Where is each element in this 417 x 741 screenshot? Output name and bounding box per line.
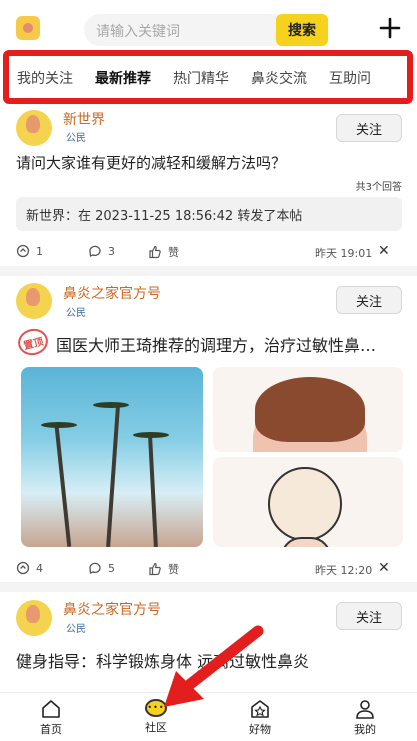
tab-bar-highlight: 我的关注 最新推荐 热门精华 鼻炎交流 互助问 bbox=[3, 50, 413, 104]
cartoon-illustration[interactable] bbox=[213, 457, 403, 547]
comment-action[interactable]: 3 bbox=[88, 244, 115, 258]
tab-help[interactable]: 互助问 bbox=[329, 68, 371, 88]
community-icon: ••• bbox=[145, 699, 167, 717]
like-action[interactable]: 赞 bbox=[148, 244, 179, 260]
nav-shop-label: 好物 bbox=[249, 723, 271, 736]
avatar[interactable] bbox=[16, 110, 52, 146]
app-logo[interactable] bbox=[16, 16, 40, 40]
nav-community[interactable]: ••• 社区 bbox=[126, 699, 186, 735]
search-input[interactable]: 请输入关键词 bbox=[96, 21, 180, 41]
post-title[interactable]: 请问大家谁有更好的减轻和缓解方法吗？ bbox=[16, 152, 286, 173]
divider bbox=[0, 582, 417, 592]
share-action[interactable]: 1 bbox=[16, 244, 43, 258]
divider bbox=[0, 266, 417, 276]
thumb-up-icon bbox=[149, 245, 161, 259]
post-card[interactable]: 鼻炎之家官方号 公民 关注 置顶 国医大师王琦推荐的调理方，治疗过敏性鼻… 4 … bbox=[0, 282, 417, 582]
nav-profile-label: 我的 bbox=[354, 723, 376, 736]
bottom-nav: 首页 ••• 社区 好物 我的 bbox=[0, 692, 417, 741]
author-role: 公民 bbox=[66, 308, 86, 319]
post-time: 昨天 12:20 bbox=[315, 564, 373, 577]
thumb-up-icon bbox=[149, 562, 161, 576]
post-actions: 1 3 赞 昨天 19:01 ✕ bbox=[0, 240, 417, 264]
avatar[interactable] bbox=[16, 283, 52, 319]
comment-icon bbox=[89, 562, 101, 574]
plus-icon[interactable] bbox=[378, 16, 402, 40]
close-icon[interactable]: ✕ bbox=[378, 560, 390, 576]
top-bar: 请输入关键词 搜索 bbox=[0, 0, 417, 48]
nav-community-label: 社区 bbox=[145, 721, 167, 734]
tab-following[interactable]: 我的关注 bbox=[17, 68, 73, 88]
post-title[interactable]: 健身指导：科学锻炼身体 远离过敏性鼻炎 bbox=[16, 648, 309, 672]
home-icon bbox=[42, 700, 60, 718]
search-button[interactable]: 搜索 bbox=[276, 14, 328, 46]
author-name[interactable]: 鼻炎之家官方号 bbox=[63, 599, 161, 619]
comment-icon bbox=[89, 245, 101, 257]
author-name[interactable]: 鼻炎之家官方号 bbox=[63, 283, 161, 303]
tab-hot[interactable]: 热门精华 bbox=[173, 68, 229, 88]
child-face-photo[interactable] bbox=[213, 367, 403, 452]
author-role: 公民 bbox=[66, 624, 86, 635]
share-icon bbox=[16, 244, 30, 258]
tab-rhinitis[interactable]: 鼻炎交流 bbox=[251, 68, 307, 88]
follow-button[interactable]: 关注 bbox=[336, 602, 402, 630]
nav-profile[interactable]: 我的 bbox=[335, 699, 395, 737]
nav-home-label: 首页 bbox=[40, 723, 62, 736]
comment-count: 3 bbox=[108, 244, 115, 258]
share-count: 4 bbox=[36, 561, 43, 575]
shop-icon bbox=[251, 700, 269, 718]
author-role: 公民 bbox=[66, 133, 86, 144]
share-action[interactable]: 4 bbox=[16, 561, 43, 575]
tab-latest[interactable]: 最新推荐 bbox=[95, 68, 151, 88]
post-card[interactable]: 鼻炎之家官方号 公民 关注 健身指导：科学锻炼身体 远离过敏性鼻炎 bbox=[0, 598, 417, 692]
palm-tree-photo[interactable] bbox=[21, 367, 203, 547]
follow-button[interactable]: 关注 bbox=[336, 114, 402, 142]
nav-home[interactable]: 首页 bbox=[21, 699, 81, 737]
comment-count: 5 bbox=[108, 561, 115, 575]
tab-bar: 我的关注 最新推荐 热门精华 鼻炎交流 互助问 bbox=[17, 68, 371, 88]
close-icon[interactable]: ✕ bbox=[378, 243, 390, 259]
like-action[interactable]: 赞 bbox=[148, 561, 179, 577]
like-label: 赞 bbox=[168, 246, 179, 259]
like-label: 赞 bbox=[168, 563, 179, 576]
answer-count: 共3个回答 bbox=[355, 182, 402, 193]
share-count: 1 bbox=[36, 244, 43, 258]
repost-info[interactable]: 新世界：在 2023-11-25 18:56:42 转发了本帖 bbox=[16, 197, 402, 231]
post-title[interactable]: 国医大师王琦推荐的调理方，治疗过敏性鼻… bbox=[56, 332, 376, 356]
comment-action[interactable]: 5 bbox=[88, 561, 115, 575]
share-icon bbox=[16, 561, 30, 575]
pinned-badge: 置顶 bbox=[15, 325, 51, 359]
post-actions: 4 5 赞 昨天 12:20 ✕ bbox=[0, 557, 417, 581]
post-time: 昨天 19:01 bbox=[315, 247, 373, 260]
nav-shop[interactable]: 好物 bbox=[230, 699, 290, 737]
post-card[interactable]: 新世界 公民 关注 请问大家谁有更好的减轻和缓解方法吗？ 共3个回答 新世界：在… bbox=[0, 108, 417, 266]
follow-button[interactable]: 关注 bbox=[336, 286, 402, 314]
author-name[interactable]: 新世界 bbox=[63, 109, 105, 129]
avatar[interactable] bbox=[16, 600, 52, 636]
search-bar[interactable]: 请输入关键词 搜索 bbox=[84, 14, 328, 46]
profile-icon bbox=[356, 700, 374, 719]
